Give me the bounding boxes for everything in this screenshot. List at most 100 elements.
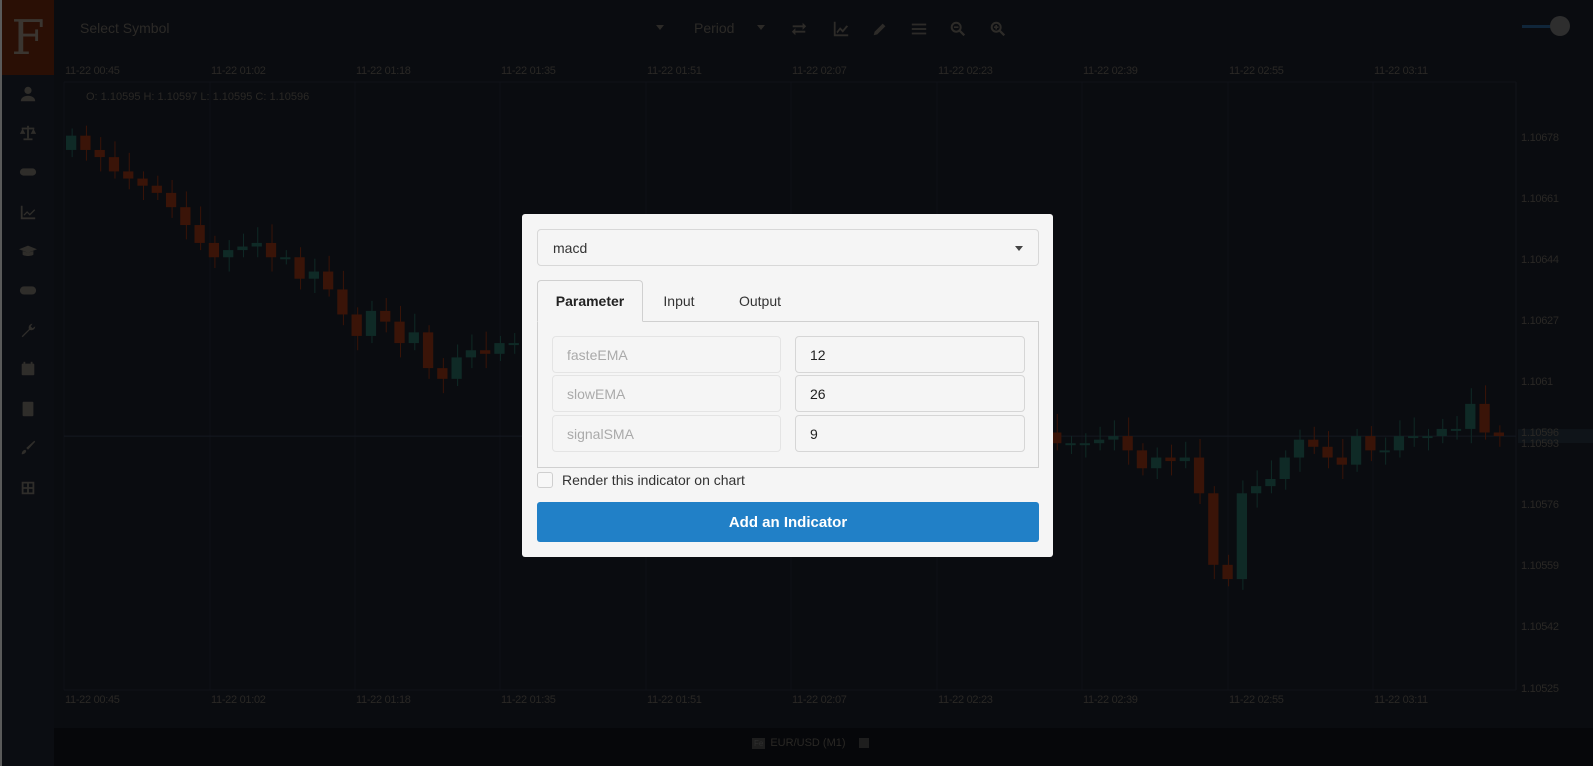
x-tick-label-top: 11-22 03:11 xyxy=(1374,65,1428,77)
signalsma-input[interactable] xyxy=(795,415,1025,452)
x-tick-label-bottom: 11-22 03:11 xyxy=(1374,694,1428,706)
candle-bullish xyxy=(1065,443,1076,446)
y-tick-label: 1.10525 xyxy=(1521,683,1559,695)
param-row: signalSMA xyxy=(552,415,1025,452)
x-tick-label-top: 11-22 01:18 xyxy=(356,65,411,77)
x-tick-label-top: 11-22 02:39 xyxy=(1083,65,1138,77)
x-tick-label-top: 11-22 01:35 xyxy=(501,65,556,77)
y-tick-label: 1.10644 xyxy=(1521,254,1559,266)
param-name: signalSMA xyxy=(552,415,781,452)
y-tick-label: 1.10627 xyxy=(1521,315,1559,327)
slowema-input[interactable] xyxy=(795,375,1025,412)
y-tick-label: 1.10661 xyxy=(1521,193,1559,205)
x-tick-label-bottom: 11-22 01:02 xyxy=(211,694,266,706)
tab-parameter[interactable]: Parameter xyxy=(537,280,643,322)
indicator-tabs: Parameter Input Output xyxy=(537,280,1039,322)
candle-bullish xyxy=(1393,436,1405,451)
candle-bullish xyxy=(1093,439,1105,444)
candle-bullish xyxy=(1379,450,1390,453)
candle-bullish xyxy=(1465,403,1476,429)
candle-bearish xyxy=(337,289,348,315)
param-name: slowEMA xyxy=(552,375,781,412)
candle-bearish xyxy=(1308,439,1319,447)
x-tick-label-bottom: 11-22 02:39 xyxy=(1083,694,1138,706)
y-tick-label: 1.10678 xyxy=(1521,132,1559,144)
candle-bullish xyxy=(1279,457,1290,479)
candle-bearish xyxy=(123,171,134,179)
candle-bearish xyxy=(351,314,362,336)
candle-bearish xyxy=(80,135,91,150)
candle-bullish xyxy=(66,135,77,150)
x-tick-label-bottom: 11-22 00:45 xyxy=(65,694,120,706)
x-tick-label-bottom: 11-22 01:35 xyxy=(501,694,556,706)
param-name: fasteEMA xyxy=(552,336,781,373)
candle-bearish xyxy=(1493,432,1504,437)
candle-bullish xyxy=(508,343,519,346)
candle-bearish xyxy=(380,310,391,322)
candle-bullish xyxy=(1251,486,1262,494)
candle-bullish xyxy=(451,357,462,379)
x-tick-label-bottom: 11-22 02:23 xyxy=(938,694,993,706)
candle-bearish xyxy=(422,332,434,369)
current-price-label: 1.10596 xyxy=(1521,427,1559,439)
add-indicator-button[interactable]: Add an Indicator xyxy=(537,502,1039,542)
candle-bearish xyxy=(151,185,162,193)
candle-bearish xyxy=(1322,446,1333,458)
candle-bullish xyxy=(280,257,291,260)
tab-output[interactable]: Output xyxy=(727,280,793,322)
candle-bearish xyxy=(394,321,405,344)
candle-bearish xyxy=(1208,493,1219,565)
series-tab[interactable]: Fe EUR/USD (M1) xyxy=(752,737,869,749)
candle-bullish xyxy=(1265,478,1276,487)
y-tick-label: 1.10542 xyxy=(1521,621,1559,633)
candle-bearish xyxy=(265,242,277,258)
indicator-select[interactable]: macd xyxy=(537,229,1039,266)
candle-bullish xyxy=(1436,428,1447,437)
add-indicator-dialog: macd Parameter Input Output fasteEMA slo… xyxy=(522,214,1053,557)
candle-bearish xyxy=(480,350,491,354)
fasteema-input[interactable] xyxy=(795,336,1025,373)
candle-bearish xyxy=(322,271,334,290)
x-tick-label-top: 11-22 00:45 xyxy=(65,65,120,77)
x-tick-label-top: 11-22 01:02 xyxy=(211,65,266,77)
candle-bullish xyxy=(465,350,477,358)
candle-bullish xyxy=(494,343,505,354)
candle-bullish xyxy=(408,332,419,344)
candle-bearish xyxy=(208,242,220,258)
candle-bullish xyxy=(237,246,248,251)
candle-bullish xyxy=(1179,457,1190,462)
y-tick-label: 1.10593 xyxy=(1521,438,1559,450)
parameter-panel: fasteEMA slowEMA signalSMA xyxy=(537,321,1039,468)
ohlc-readout: O: 1.10595 H: 1.10597 L: 1.10595 C: 1.10… xyxy=(86,91,310,103)
close-icon[interactable] xyxy=(858,738,869,748)
candle-bearish xyxy=(108,157,120,172)
render-on-chart-label[interactable]: Render this indicator on chart xyxy=(562,472,745,488)
candle-bullish xyxy=(1151,457,1162,469)
y-tick-label: 1.1061 xyxy=(1521,376,1553,388)
candle-bullish xyxy=(223,250,234,258)
candle-bearish xyxy=(194,225,205,243)
candle-bearish xyxy=(1222,564,1233,580)
candle-bearish xyxy=(1365,436,1376,451)
candle-bearish xyxy=(1336,457,1347,465)
candle-bearish xyxy=(137,178,148,186)
x-tick-label-bottom: 11-22 02:07 xyxy=(792,694,847,706)
x-tick-label-top: 11-22 01:51 xyxy=(647,65,702,77)
tab-input[interactable]: Input xyxy=(649,280,709,322)
candle-bullish xyxy=(1108,436,1119,440)
candle-bullish xyxy=(1293,439,1305,458)
candle-bullish xyxy=(1350,436,1362,465)
x-tick-label-bottom: 11-22 02:55 xyxy=(1229,694,1284,706)
candle-bullish xyxy=(1408,436,1419,439)
candle-bearish xyxy=(1122,436,1133,451)
y-tick-label: 1.10559 xyxy=(1521,560,1559,572)
x-tick-label-top: 11-22 02:23 xyxy=(938,65,993,77)
candle-bearish xyxy=(165,192,177,208)
y-tick-label: 1.10576 xyxy=(1521,499,1559,511)
series-badge: Fe xyxy=(752,737,766,749)
candle-bearish xyxy=(1479,403,1490,433)
candle-bearish xyxy=(1136,450,1148,469)
indicator-select-value: macd xyxy=(553,240,588,256)
x-tick-label-top: 11-22 02:55 xyxy=(1229,65,1284,77)
render-on-chart-checkbox[interactable] xyxy=(537,472,553,488)
